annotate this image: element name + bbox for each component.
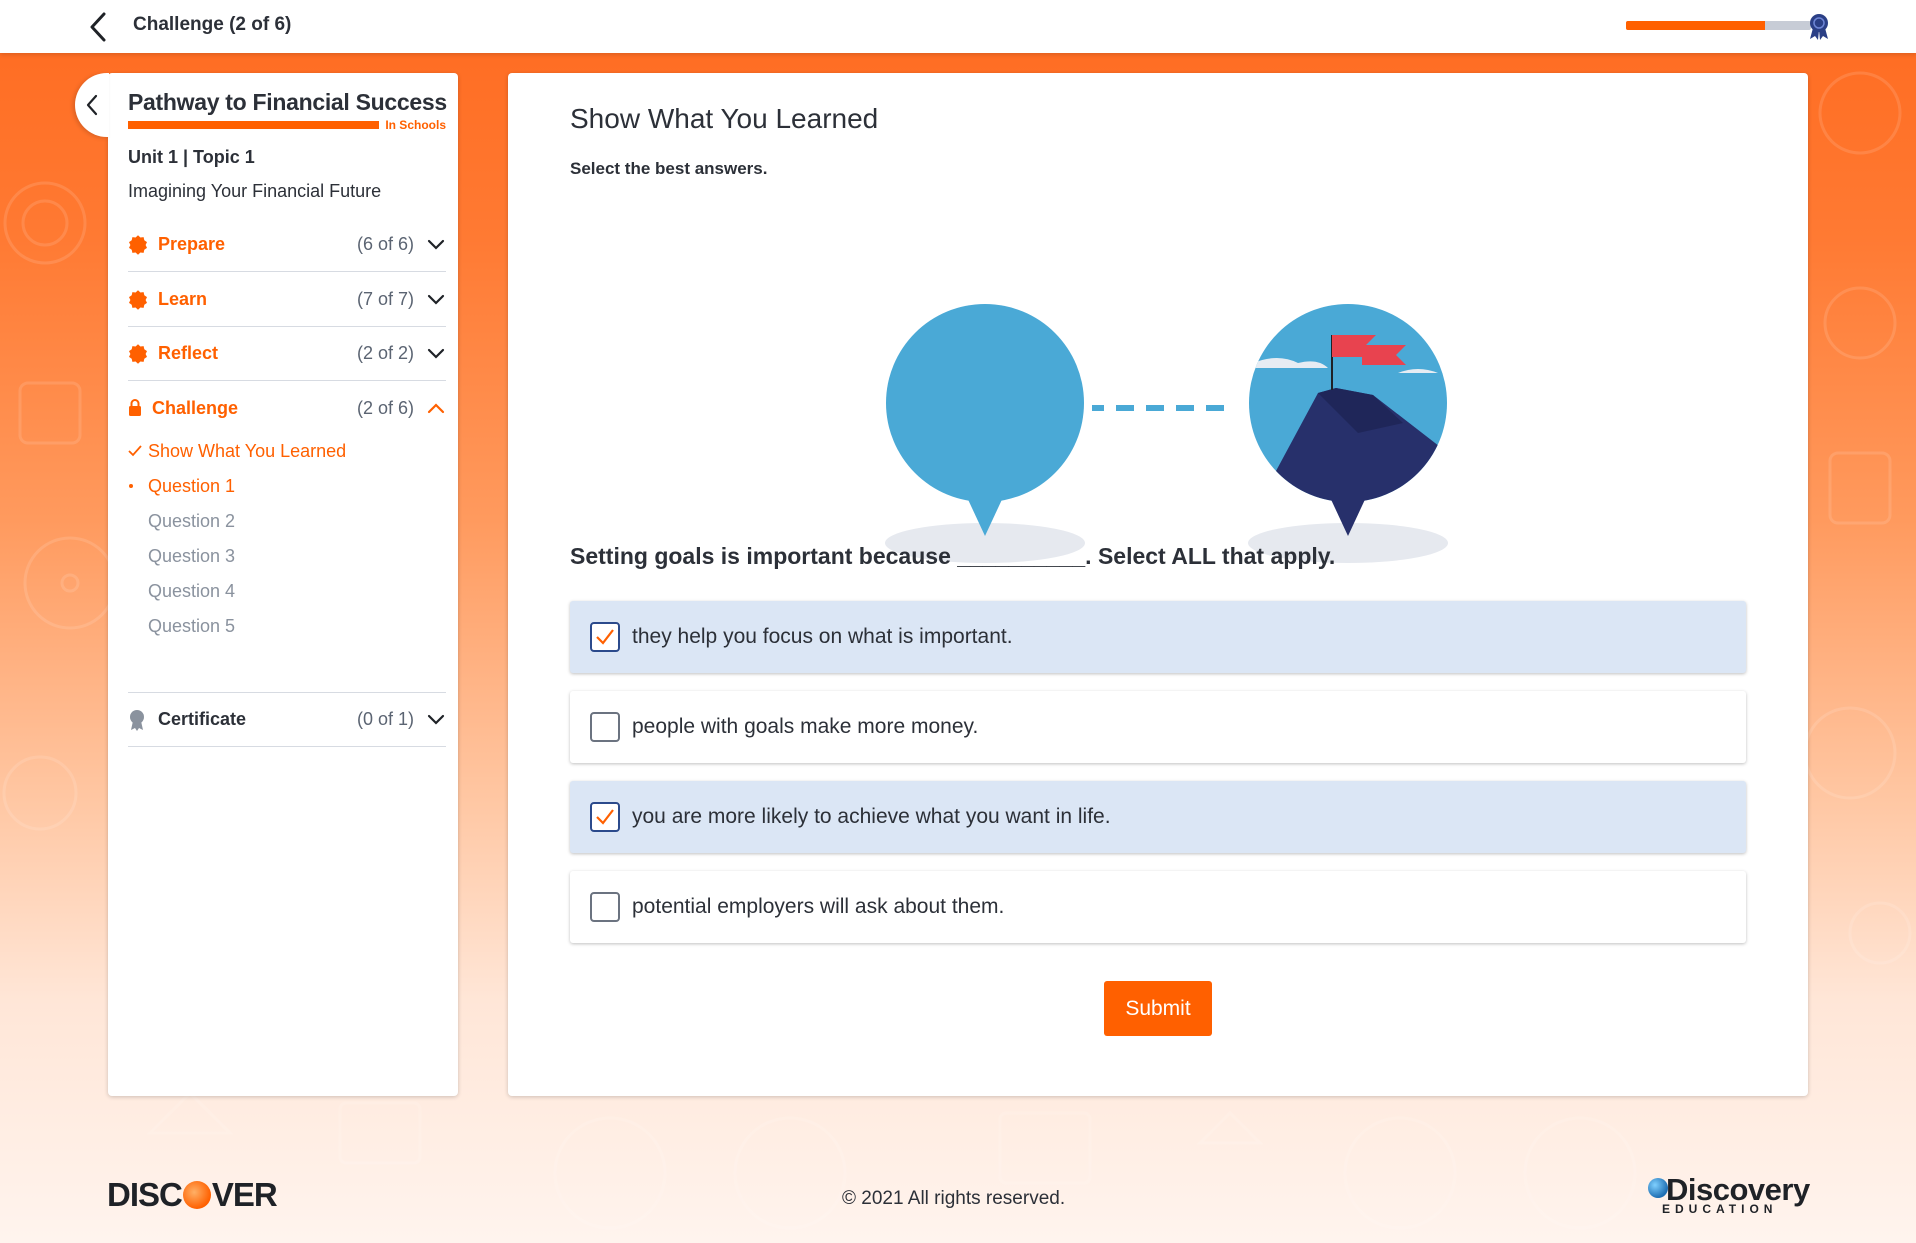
section-count: (0 of 1) [356, 709, 414, 729]
logo-text-part: VER [211, 1176, 278, 1213]
section-count: (2 of 6) [356, 397, 414, 418]
discover-logo: DISC VER [107, 1176, 278, 1214]
challenge-item-label: Question 1 [148, 475, 236, 496]
challenge-item-question-2[interactable]: Question 2 [128, 506, 446, 536]
challenge-item-show-what-you-learned[interactable]: Show What You Learned [128, 436, 446, 466]
section-label: Reflect [158, 343, 219, 363]
instruction-text: Select the best answers. [570, 159, 768, 178]
answer-option[interactable]: you are more likely to achieve what you … [570, 781, 1746, 853]
section-label: Challenge [152, 397, 239, 418]
checkmark-icon [596, 629, 614, 645]
answer-text: potential employers will ask about them. [632, 895, 1005, 918]
brand-underline: In Schools [128, 118, 446, 132]
checkmark-icon [596, 809, 614, 825]
chevron-down-icon [426, 348, 446, 360]
section-label: Prepare [158, 234, 226, 254]
chevron-left-icon [86, 94, 98, 116]
answer-text: they help you focus on what is important… [632, 625, 1013, 648]
question-card: Show What You Learned Select the best an… [508, 73, 1808, 1096]
section-certificate[interactable]: Certificate (0 of 1) [128, 693, 446, 747]
chevron-left-icon [90, 12, 106, 42]
challenge-item-question-1[interactable]: Question 1 [128, 471, 446, 501]
section-label: Certificate [158, 709, 247, 729]
logo-orb [182, 1181, 211, 1209]
challenge-item-question-4[interactable]: Question 4 [128, 576, 446, 606]
progress-bar [1626, 21, 1811, 30]
goal-illustration [885, 304, 1448, 563]
award-badge-icon [1810, 14, 1828, 40]
unit-topic-label: Unit 1 | Topic 1 [128, 147, 255, 167]
program-brand: Pathway to Financial Success In Schools [128, 89, 447, 132]
brand-title: Pathway to Financial Success [128, 89, 447, 115]
activity-title: Show What You Learned [570, 103, 879, 134]
answer-option[interactable]: potential employers will ask about them. [570, 871, 1746, 943]
copyright-text: © 2021 All rights reserved. [842, 1188, 1066, 1209]
checkbox[interactable] [590, 622, 620, 652]
lock-icon [128, 399, 144, 417]
section-learn[interactable]: Learn (7 of 7) [128, 273, 446, 327]
challenge-item-label: Question 5 [148, 615, 236, 636]
discovery-education-logo: Discovery EDUCATION [1648, 1172, 1812, 1216]
section-count: (2 of 2) [356, 343, 414, 363]
chevron-up-icon [426, 402, 446, 414]
back-button[interactable] [82, 9, 114, 45]
section-reflect[interactable]: Reflect (2 of 2) [128, 327, 446, 381]
challenge-item-label: Question 3 [148, 545, 236, 566]
answer-option[interactable]: people with goals make more money. [570, 691, 1746, 763]
checkbox[interactable] [590, 712, 620, 742]
badge-icon [128, 234, 150, 255]
brand-bar [128, 121, 380, 129]
chevron-down-icon [426, 294, 446, 306]
current-dot-icon [128, 481, 148, 491]
challenge-item-label: Question 4 [148, 580, 236, 601]
submit-button[interactable]: Submit [1104, 981, 1212, 1036]
page-title: Challenge (2 of 6) [133, 14, 292, 35]
globe-icon [1648, 1178, 1668, 1198]
progress-fill [1626, 21, 1765, 30]
checkbox[interactable] [590, 802, 620, 832]
section-count: (7 of 7) [356, 289, 414, 309]
brand-subtitle: In Schools [385, 118, 446, 132]
collapse-sidebar-button[interactable] [75, 73, 109, 137]
question-text: Setting goals is important because _____… [570, 543, 1336, 569]
award-icon [128, 709, 150, 731]
logo-text-part: DISC [107, 1176, 183, 1213]
check-icon [128, 445, 148, 457]
section-label: Learn [158, 289, 208, 309]
section-challenge[interactable]: Challenge (2 of 6) [128, 381, 446, 435]
badge-icon [128, 289, 150, 310]
answer-option[interactable]: they help you focus on what is important… [570, 601, 1746, 673]
challenge-item-question-3[interactable]: Question 3 [128, 541, 446, 571]
topic-title: Imagining Your Financial Future [128, 181, 382, 201]
badge-icon [128, 343, 150, 364]
section-count: (6 of 6) [356, 234, 414, 254]
checkbox[interactable] [590, 892, 620, 922]
course-sidebar: Pathway to Financial Success In Schools … [108, 73, 458, 1096]
challenge-item-question-5[interactable]: Question 5 [128, 611, 446, 641]
logo-sub-text: EDUCATION [1662, 1202, 1778, 1216]
challenge-item-label: Question 2 [148, 510, 236, 531]
challenge-item-label: Show What You Learned [148, 440, 347, 461]
chevron-down-icon [426, 714, 446, 726]
chevron-down-icon [426, 239, 446, 251]
section-prepare[interactable]: Prepare (6 of 6) [128, 218, 446, 272]
answer-text: you are more likely to achieve what you … [632, 805, 1111, 828]
top-bar: Challenge (2 of 6) [0, 0, 1916, 53]
answer-text: people with goals make more money. [632, 715, 979, 738]
